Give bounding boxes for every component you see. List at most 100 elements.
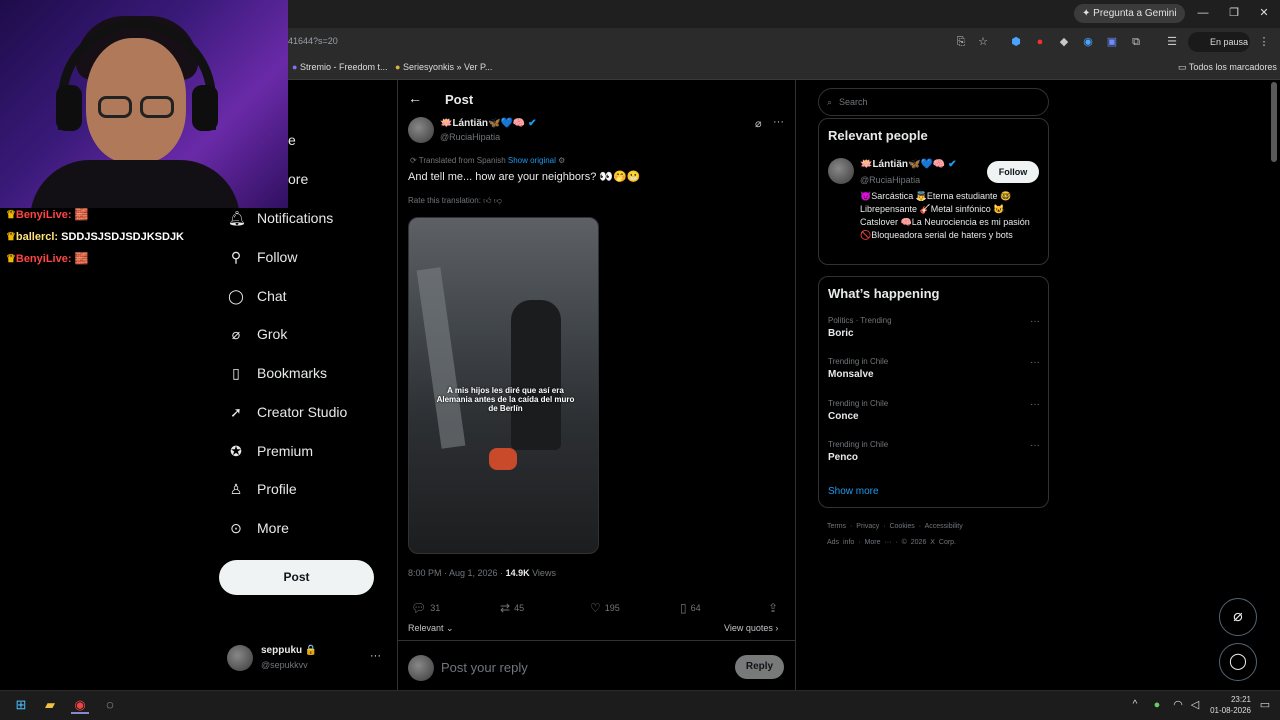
verified-badge-icon: ✔ bbox=[528, 118, 537, 129]
trend-item[interactable]: Politics · Trending Boric ··· bbox=[828, 316, 1040, 339]
restore-icon[interactable]: ❐ bbox=[1227, 6, 1241, 20]
thumbs-up-icon[interactable]: 👍︎ bbox=[483, 196, 491, 205]
extension-icon[interactable]: ● bbox=[1033, 35, 1047, 49]
verified-badge-icon: ✔ bbox=[948, 159, 957, 170]
thumbs-down-icon[interactable]: 👎︎ bbox=[494, 196, 502, 205]
person-name[interactable]: 🪷Lántiän🦋💙🧠 ✔ bbox=[860, 159, 957, 170]
view-quotes-link[interactable]: View quotes › bbox=[724, 623, 778, 633]
install-app-icon[interactable]: ⎘ bbox=[954, 35, 968, 49]
address-bar[interactable]: 41644?s=20 bbox=[288, 36, 338, 46]
grok-explain-icon[interactable]: ⌀ bbox=[755, 117, 762, 130]
sidebar-item-follow[interactable]: ⚲ Follow bbox=[228, 245, 298, 269]
tray-chevron-icon[interactable]: ^ bbox=[1126, 696, 1144, 714]
footer-link[interactable]: Privacy bbox=[856, 523, 879, 530]
sidebar-item-partial[interactable]: e bbox=[288, 128, 296, 152]
footer-link[interactable]: Ads info bbox=[827, 539, 854, 546]
chat-icon: ◯ bbox=[228, 288, 244, 304]
extension-icon[interactable]: ◆ bbox=[1057, 35, 1071, 49]
sidebar-item-bookmarks[interactable]: ▯ Bookmarks bbox=[228, 361, 327, 385]
rate-translation-label: Rate this translation: bbox=[408, 196, 481, 205]
taskbar bbox=[0, 690, 1280, 720]
sidebar-item-more[interactable]: ⊙ More bbox=[228, 516, 289, 540]
sidebar-item-profile[interactable]: ♙ Profile bbox=[228, 477, 297, 501]
windows-start-icon[interactable]: ⊞ bbox=[12, 696, 30, 714]
post-button[interactable]: Post bbox=[219, 560, 374, 595]
kebab-menu-icon[interactable]: ⋮ bbox=[1257, 35, 1271, 49]
show-more-link[interactable]: Show more bbox=[828, 486, 879, 497]
bookmark-item[interactable]: ● Stremio - Freedom t... bbox=[292, 62, 387, 72]
gemini-button[interactable]: ✦ Pregunta a Gemini bbox=[1074, 4, 1185, 23]
chrome-icon[interactable]: ◉ bbox=[71, 696, 89, 714]
settings-icon[interactable]: ⚙ bbox=[558, 156, 565, 165]
more-options-icon[interactable]: ··· bbox=[773, 116, 784, 128]
like-action[interactable]: ♡ 195 bbox=[590, 601, 620, 615]
post-video[interactable]: A mis hijos les diré que así era Alemani… bbox=[408, 217, 599, 554]
sidebar-item-label: Creator Studio bbox=[257, 404, 348, 420]
sidebar-item-partial[interactable]: ore bbox=[288, 167, 308, 191]
sidebar-item-chat[interactable]: ◯ Chat bbox=[228, 284, 286, 308]
repost-action[interactable]: ⇄ 45 bbox=[500, 601, 524, 615]
trend-more-icon[interactable]: ··· bbox=[1030, 440, 1040, 451]
sidebar-item-label: Notifications bbox=[257, 210, 334, 226]
footer-link[interactable]: Terms bbox=[827, 523, 846, 530]
puzzle-icon[interactable]: ⧉ bbox=[1129, 35, 1143, 49]
reply-button[interactable]: Reply bbox=[735, 655, 784, 679]
account-menu-icon[interactable]: ··· bbox=[370, 650, 381, 662]
close-icon[interactable]: ✕ bbox=[1257, 6, 1271, 20]
reply-input[interactable]: Post your reply bbox=[441, 660, 528, 675]
whats-happening-panel bbox=[818, 276, 1049, 508]
app-icon[interactable]: ◌ bbox=[101, 696, 119, 714]
wifi-icon[interactable]: ◠ bbox=[1169, 696, 1187, 714]
extension-icon[interactable]: ▣ bbox=[1105, 35, 1119, 49]
sidebar-item-creator-studio[interactable]: ➚ Creator Studio bbox=[228, 400, 347, 424]
footer-link[interactable]: More ··· bbox=[865, 539, 892, 546]
sidebar-item-notifications[interactable]: 🔔︎ Notifications bbox=[228, 206, 333, 230]
author-handle[interactable]: @RuciaHipatia bbox=[440, 132, 500, 142]
webcam-earcup bbox=[192, 85, 218, 131]
trend-item[interactable]: Trending in Chile Conce ··· bbox=[828, 399, 1040, 422]
footer-link[interactable]: Cookies bbox=[889, 523, 914, 530]
sidebar-item-grok[interactable]: ⌀ Grok bbox=[228, 322, 288, 346]
author-avatar[interactable] bbox=[408, 117, 434, 143]
star-icon[interactable]: ☆ bbox=[976, 35, 990, 49]
profile-status-button[interactable]: En pausa bbox=[1188, 32, 1250, 52]
extension-icon[interactable]: ⬢ bbox=[1009, 35, 1023, 49]
person-bio: 😈Sarcástica 👼Eterna estudiante 🤓 Librepe… bbox=[860, 191, 1030, 240]
trend-more-icon[interactable]: ··· bbox=[1030, 316, 1040, 327]
notifications-icon[interactable]: ▭ bbox=[1256, 696, 1274, 714]
bookmark-item[interactable]: ● Seriesyonkis » Ver P... bbox=[395, 62, 492, 72]
sidebar-item-premium[interactable]: ✪ Premium bbox=[228, 439, 313, 463]
account-handle: @sepukkvv bbox=[261, 660, 308, 670]
volume-icon[interactable]: ◁ bbox=[1186, 696, 1204, 714]
follow-button[interactable]: Follow bbox=[987, 161, 1039, 183]
account-avatar[interactable] bbox=[227, 645, 253, 671]
share-action[interactable]: ⇪ bbox=[768, 601, 778, 615]
taskbar-clock[interactable]: 23:21 01-08-2026 bbox=[1209, 694, 1251, 716]
account-name: seppuku 🔒 bbox=[261, 645, 318, 656]
reply-action[interactable]: 💬︎ 31 bbox=[411, 601, 440, 615]
trend-more-icon[interactable]: ··· bbox=[1030, 399, 1040, 410]
search-input[interactable]: ⌕ Search bbox=[818, 88, 1049, 116]
messages-fab-icon[interactable]: ◯ bbox=[1219, 643, 1257, 681]
reading-list-icon[interactable]: ☰ bbox=[1165, 35, 1179, 49]
person-avatar[interactable] bbox=[828, 158, 854, 184]
extension-icon[interactable]: ◉ bbox=[1081, 35, 1095, 49]
chat-user: ballercl: bbox=[15, 231, 59, 243]
bookmark-action[interactable]: ▯ 64 bbox=[680, 601, 701, 615]
grok-fab-icon[interactable]: ⌀ bbox=[1219, 598, 1257, 636]
microphone-icon[interactable]: ● bbox=[1148, 696, 1166, 714]
minimize-icon[interactable]: — bbox=[1196, 6, 1210, 20]
back-arrow-icon[interactable]: ← bbox=[408, 90, 422, 106]
trend-name: Boric bbox=[828, 328, 854, 339]
trend-item[interactable]: Trending in Chile Penco ··· bbox=[828, 440, 1040, 463]
scrollbar[interactable] bbox=[1271, 82, 1277, 162]
trend-item[interactable]: Trending in Chile Monsalve ··· bbox=[828, 357, 1040, 380]
trend-name: Conce bbox=[828, 411, 859, 422]
footer-link[interactable]: Accessibility bbox=[925, 523, 963, 530]
show-original-link[interactable]: Show original bbox=[508, 156, 556, 165]
file-explorer-icon[interactable]: ▰ bbox=[41, 696, 59, 714]
all-bookmarks[interactable]: ▭ Todos los marcadores bbox=[1178, 62, 1277, 73]
sort-replies[interactable]: Relevant ⌄ bbox=[408, 623, 454, 634]
trend-more-icon[interactable]: ··· bbox=[1030, 357, 1040, 368]
author-name[interactable]: 🪷Lántiän🦋💙🧠 ✔ bbox=[440, 118, 537, 129]
